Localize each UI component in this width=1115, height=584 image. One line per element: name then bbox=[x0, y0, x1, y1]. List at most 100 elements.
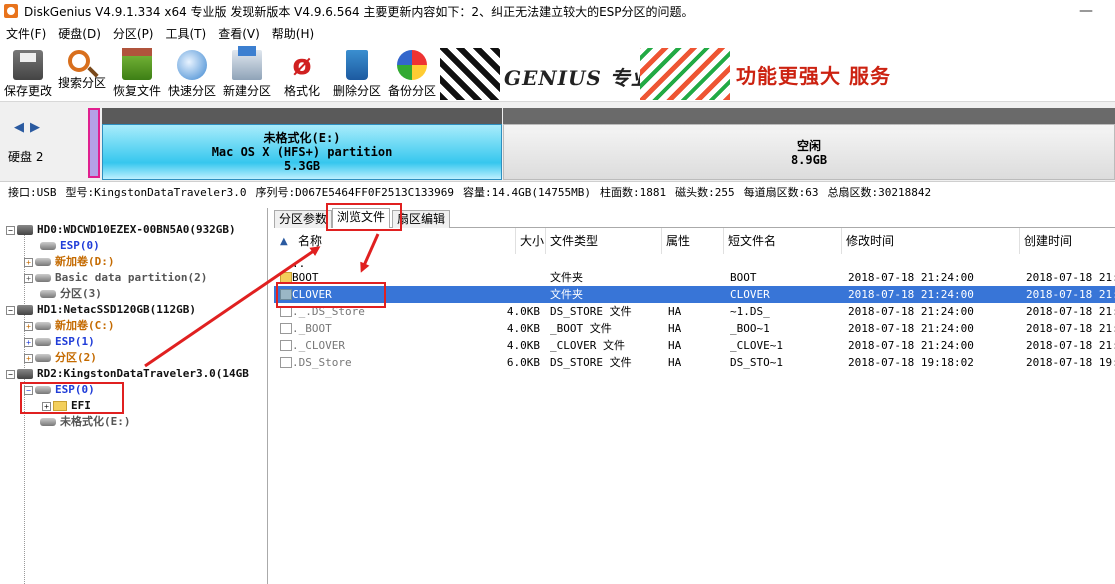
delete-partition-button[interactable]: 删除分区 bbox=[329, 48, 385, 100]
file-size: 4.0KB bbox=[506, 305, 540, 318]
menu-tools[interactable]: 工具(T) bbox=[160, 25, 213, 42]
file-name: ._BOOT bbox=[292, 322, 332, 335]
column-name[interactable]: 名称 bbox=[294, 228, 516, 254]
esp-partition-block[interactable] bbox=[88, 108, 100, 178]
file-short-name: _CLOVE~1 bbox=[730, 339, 783, 352]
file-row-clover-meta[interactable]: ._CLOVER 4.0KB _CLOVER 文件 HA _CLOVE~1 20… bbox=[274, 337, 1115, 354]
column-created[interactable]: 创建时间 bbox=[1020, 228, 1115, 254]
quick-partition-button[interactable]: 快速分区 bbox=[164, 48, 220, 100]
delete-icon bbox=[346, 50, 368, 80]
backup-icon bbox=[397, 50, 427, 80]
search-partition-label: 搜索分区 bbox=[57, 76, 106, 90]
file-row-boot-meta[interactable]: ._BOOT 4.0KB _BOOT 文件 HA _BOO~1 2018-07-… bbox=[274, 320, 1115, 337]
usb-disk-icon bbox=[17, 369, 33, 379]
file-row-ds-store-meta[interactable]: ._.DS_Store 4.0KB DS_STORE 文件 HA ~1.DS_ … bbox=[274, 303, 1115, 320]
tree-partition-esp1[interactable]: + ESP(1) bbox=[24, 334, 95, 350]
column-attr[interactable]: 属性 bbox=[662, 228, 724, 254]
tab-partition-params[interactable]: 分区参数 bbox=[274, 210, 333, 228]
menu-disk[interactable]: 硬盘(D) bbox=[52, 25, 107, 42]
collapse-icon[interactable]: − bbox=[6, 225, 15, 235]
delete-partition-label: 删除分区 bbox=[332, 84, 381, 98]
tree-partition-esp0[interactable]: ESP(0) bbox=[40, 238, 100, 254]
info-interface: 接口:USB bbox=[8, 186, 57, 199]
tree-partition-d[interactable]: + 新加卷(D:) bbox=[24, 254, 115, 270]
collapse-icon[interactable]: − bbox=[6, 305, 15, 315]
file-ctime: 2018-07-18 19:1 bbox=[1026, 356, 1115, 369]
save-icon bbox=[13, 50, 43, 80]
annotation-box-browse-tab bbox=[326, 203, 402, 231]
file-short-name: DS_STO~1 bbox=[730, 356, 783, 369]
tree-partition-c[interactable]: + 新加卷(C:) bbox=[24, 318, 115, 334]
tree-label: 新加卷(C:) bbox=[55, 319, 115, 332]
tree-label: ESP(0) bbox=[60, 239, 100, 252]
menu-bar: 文件(F) 硬盘(D) 分区(P) 工具(T) 查看(V) 帮助(H) bbox=[0, 22, 1115, 44]
file-attr: HA bbox=[668, 356, 682, 369]
hard-disk-icon bbox=[17, 225, 33, 235]
search-partition-button[interactable]: 搜索分区 bbox=[54, 48, 110, 100]
new-partition-label: 新建分区 bbox=[222, 84, 271, 98]
column-size[interactable]: 大小 bbox=[516, 228, 546, 254]
info-heads: 磁头数:255 bbox=[675, 186, 735, 199]
file-mtime: 2018-07-18 21:24:00 bbox=[848, 271, 974, 284]
backup-partition-button[interactable]: 备份分区 bbox=[384, 48, 440, 100]
app-logo-icon bbox=[4, 4, 18, 18]
partition-icon bbox=[40, 418, 56, 426]
file-row-clover[interactable]: CLOVER 文件夹 CLOVER 2018-07-18 21:24:00 20… bbox=[274, 286, 1115, 303]
file-size: 4.0KB bbox=[506, 322, 540, 335]
expand-icon[interactable]: + bbox=[24, 273, 33, 283]
tree-disk-hd0[interactable]: − HD0:WDCWD10EZEX-00BN5A0(932GB) bbox=[6, 222, 236, 238]
info-cylinders: 柱面数:1881 bbox=[600, 186, 667, 199]
quick-partition-label: 快速分区 bbox=[167, 84, 216, 98]
recover-files-button[interactable]: 恢复文件 bbox=[109, 48, 165, 100]
file-attr: HA bbox=[668, 305, 682, 318]
mac-partition-block[interactable]: 未格式化(E:) Mac OS X (HFS+) partition 5.3GB bbox=[102, 124, 502, 180]
tree-partition-2[interactable]: + 分区(2) bbox=[24, 350, 97, 366]
column-type[interactable]: 文件类型 bbox=[546, 228, 662, 254]
file-ctime: 2018-07-18 21:2 bbox=[1026, 288, 1115, 301]
partition-icon bbox=[40, 290, 56, 298]
disk-label: 硬盘 2 bbox=[8, 150, 44, 164]
annotation-box-clover bbox=[276, 282, 386, 308]
free-space-label: 空闲 bbox=[796, 139, 821, 153]
expand-icon[interactable]: + bbox=[24, 337, 33, 347]
tree-partition-3[interactable]: 分区(3) bbox=[40, 286, 102, 302]
menu-help[interactable]: 帮助(H) bbox=[266, 25, 320, 42]
tree-disk-rd2[interactable]: − RD2:KingstonDataTraveler3.0(14GB bbox=[6, 366, 249, 382]
tree-disk-hd1[interactable]: − HD1:NetacSSD120GB(112GB) bbox=[6, 302, 196, 318]
column-short-name[interactable]: 短文件名 bbox=[724, 228, 842, 254]
minimize-button[interactable]: — bbox=[1079, 3, 1093, 19]
collapse-icon[interactable]: − bbox=[6, 369, 15, 379]
disk-nav-arrows-icon[interactable]: ◀▶ bbox=[14, 120, 46, 135]
ad-banner[interactable]: GENIUS 专业版 功能更强大 服务 bbox=[440, 48, 940, 100]
file-icon bbox=[280, 357, 292, 368]
save-changes-button[interactable]: 保存更改 bbox=[0, 48, 56, 100]
file-list: ▲ 名称 大小 文件类型 属性 短文件名 修改时间 创建时间 .. BOOT 文… bbox=[274, 228, 1115, 584]
title-bar: DiskGenius V4.9.1.334 x64 专业版 发现新版本 V4.9… bbox=[0, 0, 1115, 22]
tree-partition-basic[interactable]: + Basic data partition(2) bbox=[24, 270, 207, 286]
free-space-block[interactable]: 空闲 8.9GB bbox=[503, 124, 1115, 180]
file-type: DS_STORE 文件 bbox=[550, 356, 632, 369]
free-space-size: 8.9GB bbox=[790, 153, 828, 167]
expand-icon[interactable]: + bbox=[24, 353, 33, 363]
banner-text-right: 功能更强大 服务 bbox=[736, 64, 891, 88]
tree-partition-e[interactable]: 未格式化(E:) bbox=[40, 414, 131, 430]
partition-icon bbox=[35, 322, 51, 330]
window-title: DiskGenius V4.9.1.334 x64 专业版 发现新版本 V4.9… bbox=[24, 4, 694, 19]
file-row-boot[interactable]: BOOT 文件夹 BOOT 2018-07-18 21:24:00 2018-0… bbox=[274, 269, 1115, 286]
tree-label: 分区(2) bbox=[55, 351, 97, 364]
new-partition-icon bbox=[232, 46, 262, 80]
recover-files-label: 恢复文件 bbox=[112, 84, 161, 98]
format-button[interactable]: ø 格式化 bbox=[274, 48, 330, 100]
file-mtime: 2018-07-18 21:24:00 bbox=[848, 305, 974, 318]
menu-file[interactable]: 文件(F) bbox=[0, 25, 52, 42]
expand-icon[interactable]: + bbox=[24, 321, 33, 331]
file-ctime: 2018-07-18 21:2 bbox=[1026, 271, 1115, 284]
column-modified[interactable]: 修改时间 bbox=[842, 228, 1020, 254]
expand-icon[interactable]: + bbox=[24, 257, 33, 267]
new-partition-button[interactable]: 新建分区 bbox=[219, 46, 275, 100]
file-row-ds-store[interactable]: .DS_Store 6.0KB DS_STORE 文件 HA DS_STO~1 … bbox=[274, 354, 1115, 371]
file-type: _CLOVER 文件 bbox=[550, 339, 625, 352]
menu-view[interactable]: 查看(V) bbox=[212, 25, 266, 42]
menu-partition[interactable]: 分区(P) bbox=[107, 25, 160, 42]
disk-info-bar: 接口:USB 型号:KingstonDataTraveler3.0 序列号:D0… bbox=[0, 182, 1115, 202]
